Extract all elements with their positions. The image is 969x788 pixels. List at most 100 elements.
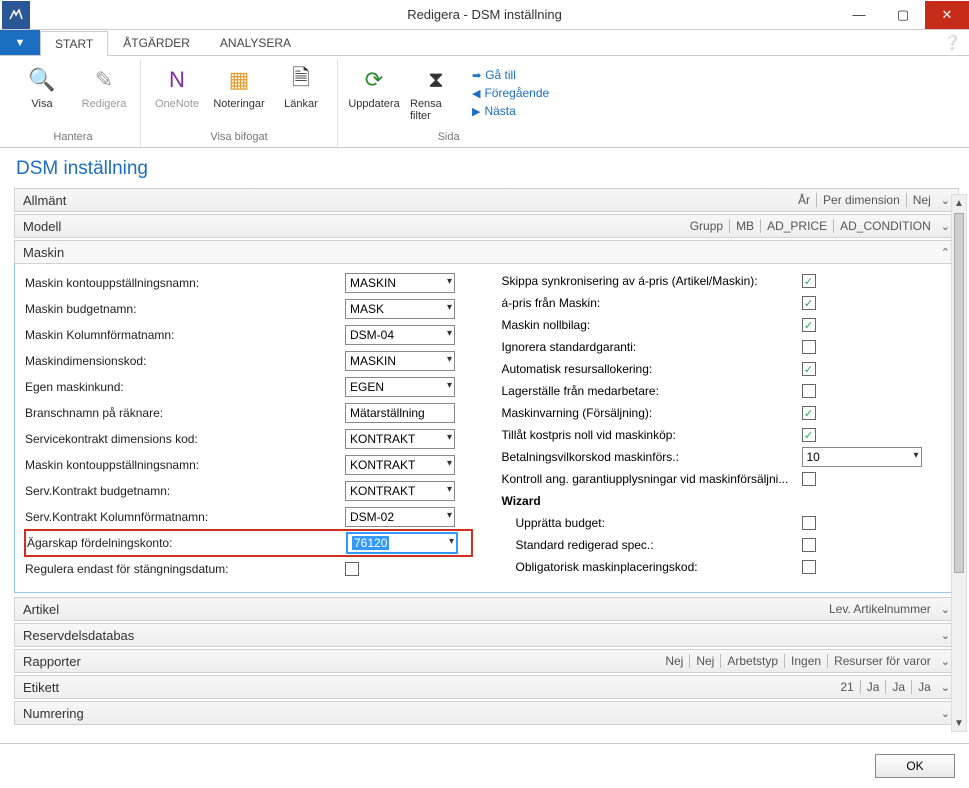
chevron-down-icon: ▾ (447, 458, 452, 469)
scroll-up-icon[interactable]: ▲ (952, 195, 966, 211)
group-label-sida: Sida (348, 129, 549, 147)
chevron-up-icon: ⌃ (941, 246, 950, 259)
field-label: Lagerställe från medarbetare: (502, 384, 802, 398)
field-value: MASKIN (350, 276, 396, 290)
onenote-button[interactable]: NOneNote (151, 64, 203, 110)
field-label: Maskin Kolumnförmatnamn: (25, 328, 345, 342)
tab-analyze[interactable]: ANALYSERA (205, 30, 306, 55)
chevron-down-icon: ⌄ (941, 220, 950, 233)
close-button[interactable]: ✕ (925, 1, 969, 29)
combo-input[interactable]: KONTRAKT▾ (345, 455, 455, 475)
combo-input[interactable]: MASK▾ (345, 299, 455, 319)
checkbox[interactable]: ✓ (802, 318, 816, 332)
arrow-right-icon: ▶ (472, 105, 480, 118)
fasttab-modell[interactable]: Modell GruppMBAD_PRICEAD_CONDITION ⌄ (14, 214, 959, 238)
chevron-down-icon: ▾ (447, 510, 452, 521)
clear-filter-button[interactable]: ⧗Rensa filter (410, 64, 462, 122)
field-value: MASKIN (350, 354, 396, 368)
checkbox[interactable] (802, 384, 816, 398)
checkbox[interactable] (802, 472, 816, 486)
minimize-button[interactable]: — (837, 1, 881, 29)
text-input[interactable]: Mätarställning (345, 403, 455, 423)
refresh-button[interactable]: ⟳Uppdatera (348, 64, 400, 110)
field-label: á-pris från Maskin: (502, 296, 802, 310)
checkbox[interactable]: ✓ (802, 296, 816, 310)
links-button[interactable]: 🗎Länkar (275, 64, 327, 110)
field-row: Automatisk resursallokering:✓ (502, 358, 949, 380)
combo-input[interactable]: 76120▾ (347, 533, 457, 553)
view-button[interactable]: 🔍Visa (16, 64, 68, 110)
ok-button[interactable]: OK (875, 754, 955, 778)
checkbox[interactable]: ✓ (802, 274, 816, 288)
field-label: Maskinvarning (Försäljning): (502, 406, 802, 420)
field-value: Mätarställning (350, 406, 425, 420)
goto-link[interactable]: ➡Gå till (472, 68, 549, 82)
checkbox[interactable]: ✓ (802, 428, 816, 442)
combo-input[interactable]: 10▾ (802, 447, 922, 467)
combo-input[interactable]: KONTRAKT▾ (345, 481, 455, 501)
field-label: Regulera endast för stängningsdatum: (25, 562, 345, 576)
notes-button[interactable]: ▦Noteringar (213, 64, 265, 110)
field-label: Maskin kontouppställningsnamn: (25, 276, 345, 290)
chevron-down-icon: ⌄ (941, 194, 950, 207)
field-value: DSM-04 (350, 328, 394, 342)
checkbox[interactable] (802, 340, 816, 354)
checkbox[interactable] (802, 538, 816, 552)
combo-input[interactable]: KONTRAKT▾ (345, 429, 455, 449)
checkbox[interactable] (802, 560, 816, 574)
checkbox[interactable] (345, 562, 359, 576)
field-row: Maskin nollbilag:✓ (502, 314, 949, 336)
chevron-down-icon: ▾ (447, 432, 452, 443)
field-row: Betalningsvilkorskod maskinförs.:10▾ (502, 446, 949, 468)
tab-start[interactable]: START (40, 31, 108, 56)
field-label: Skippa synkronisering av á-pris (Artikel… (502, 274, 802, 288)
fasttab-numrering[interactable]: Numrering ⌄ (14, 701, 959, 725)
field-label: Upprätta budget: (502, 516, 802, 530)
edit-button[interactable]: ✎Redigera (78, 64, 130, 110)
combo-input[interactable]: DSM-04▾ (345, 325, 455, 345)
field-value: 76120 (352, 536, 389, 550)
fasttab-allmant[interactable]: Allmänt ÅrPer dimensionNej ⌄ (14, 188, 959, 212)
title-bar: Redigera - DSM inställning — ▢ ✕ (0, 0, 969, 30)
chevron-down-icon: ⌄ (941, 707, 950, 720)
field-label: Serv.Kontrakt Kolumnförmatnamn: (25, 510, 345, 524)
file-tab[interactable]: ▼ (0, 30, 40, 55)
field-value: DSM-02 (350, 510, 394, 524)
app-icon (2, 1, 30, 29)
checkbox[interactable] (802, 516, 816, 530)
combo-input[interactable]: EGEN▾ (345, 377, 455, 397)
window-title: Redigera - DSM inställning (407, 7, 562, 22)
chevron-down-icon: ▾ (447, 276, 452, 287)
prev-link[interactable]: ◀Föregående (472, 86, 549, 100)
fasttab-artikel[interactable]: Artikel Lev. Artikelnummer ⌄ (14, 597, 959, 621)
field-row: Maskin kontouppställningsnamn:KONTRAKT▾ (25, 452, 472, 478)
checkbox[interactable]: ✓ (802, 406, 816, 420)
checkbox[interactable]: ✓ (802, 362, 816, 376)
fasttab-etikett[interactable]: Etikett 21JaJaJa ⌄ (14, 675, 959, 699)
chevron-down-icon: ⌄ (941, 655, 950, 668)
fasttab-rapporter[interactable]: Rapporter NejNejArbetstypIngenResurser f… (14, 649, 959, 673)
vertical-scrollbar[interactable]: ▲ ▼ (951, 194, 967, 732)
scroll-thumb[interactable] (954, 213, 964, 573)
combo-input[interactable]: MASKIN ▾ (345, 273, 455, 293)
field-row: Standard redigerad spec.: (502, 534, 949, 556)
scroll-down-icon[interactable]: ▼ (952, 715, 966, 731)
field-row: Servicekontrakt dimensions kod:KONTRAKT▾ (25, 426, 472, 452)
field-row: Regulera endast för stängningsdatum: (25, 556, 472, 582)
fasttab-maskin[interactable]: Maskin ⌃ (14, 240, 959, 264)
combo-input[interactable]: DSM-02 ▾ (345, 507, 455, 527)
arrow-right-icon: ➡ (472, 69, 481, 82)
onenote-icon: N (161, 64, 193, 96)
help-icon[interactable]: ❔ (944, 34, 961, 51)
next-link[interactable]: ▶Nästa (472, 104, 549, 118)
chevron-down-icon: ▾ (447, 484, 452, 495)
magnifier-icon: 🔍 (26, 64, 58, 96)
fasttab-reserv[interactable]: Reservdelsdatabas ⌄ (14, 623, 959, 647)
tab-actions[interactable]: ÅTGÄRDER (108, 30, 205, 55)
field-label: Standard redigerad spec.: (502, 538, 802, 552)
page-title: DSM inställning (0, 150, 969, 184)
ribbon: 🔍Visa ✎Redigera Hantera NOneNote ▦Noteri… (0, 56, 969, 148)
field-row: Serv.Kontrakt budgetnamn:KONTRAKT▾ (25, 478, 472, 504)
maximize-button[interactable]: ▢ (881, 1, 925, 29)
combo-input[interactable]: MASKIN▾ (345, 351, 455, 371)
